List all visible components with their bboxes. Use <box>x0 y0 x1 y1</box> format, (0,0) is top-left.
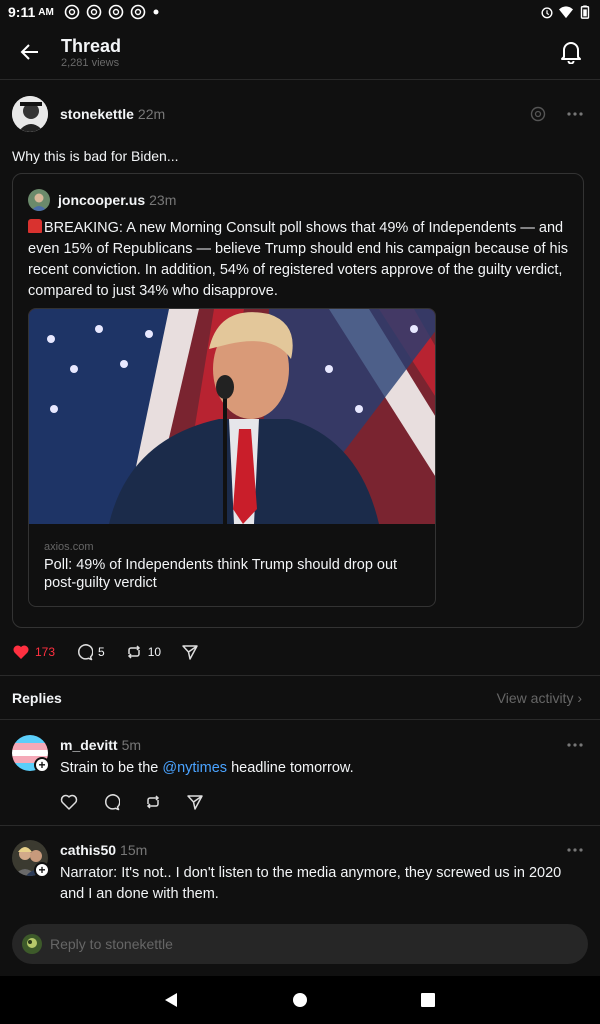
threads-notification-icon <box>64 4 80 20</box>
system-nav-bar <box>0 976 600 1024</box>
threads-notification-icon <box>108 4 124 20</box>
more-options-icon[interactable] <box>566 742 584 748</box>
nav-recents-icon[interactable] <box>418 990 438 1010</box>
alarm-icon <box>541 7 553 19</box>
follow-plus-icon[interactable]: + <box>34 862 50 878</box>
avatar[interactable] <box>28 189 50 211</box>
heart-icon[interactable] <box>60 793 78 811</box>
author-username[interactable]: stonekettle <box>60 106 134 122</box>
reply-input[interactable]: Reply to stonekettle <box>12 924 588 964</box>
mention-link[interactable]: @nytimes <box>162 760 227 776</box>
view-activity-link[interactable]: View activity › <box>497 690 582 706</box>
siren-emoji-icon <box>28 219 42 233</box>
threads-notification-icon <box>130 4 146 20</box>
wifi-icon <box>559 6 573 19</box>
nav-home-icon[interactable] <box>290 990 310 1010</box>
send-icon <box>182 645 198 660</box>
avatar[interactable] <box>12 96 48 132</box>
divider <box>0 675 600 676</box>
threads-logo-icon <box>530 106 546 122</box>
nav-back-icon[interactable] <box>161 990 181 1010</box>
reply-text-part: headline tomorrow. <box>227 760 354 776</box>
reply-username[interactable]: cathis50 <box>60 842 116 858</box>
notification-icons <box>64 4 160 20</box>
replies-heading: Replies <box>12 690 62 706</box>
link-preview-card[interactable]: axios.com Poll: 49% of Independents thin… <box>28 308 436 607</box>
reply-username[interactable]: m_devitt <box>60 737 118 753</box>
post-author[interactable]: stonekettle 22m <box>60 106 165 122</box>
quoted-body: BREAKING: A new Morning Consult poll sho… <box>28 220 569 299</box>
status-time: 9:11 <box>8 4 36 20</box>
reply-placeholder: Reply to stonekettle <box>50 936 173 952</box>
reply-author[interactable]: cathis50 15m <box>60 842 147 858</box>
reply-text: Strain to be the @nytimes headline tomor… <box>60 758 585 779</box>
thread-header: Thread 2,281 views <box>0 24 600 80</box>
more-options-icon[interactable] <box>566 111 584 117</box>
link-headline: Poll: 49% of Independents think Trump sh… <box>44 557 398 591</box>
comment-button[interactable]: 5 <box>75 643 105 661</box>
reply-time: 15m <box>120 842 148 858</box>
reply-item: + cathis50 15m Narrator: It's not.. I don… <box>0 826 600 922</box>
comment-count: 5 <box>98 645 105 659</box>
repost-count: 10 <box>147 645 162 659</box>
share-button[interactable] <box>181 643 199 661</box>
more-options-icon[interactable] <box>566 847 584 853</box>
repost-icon[interactable] <box>144 793 162 811</box>
view-count: 2,281 views <box>61 57 120 69</box>
comment-icon[interactable] <box>102 793 120 811</box>
quoted-post[interactable]: joncooper.us 23m BREAKING: A new Morning … <box>12 173 584 628</box>
back-arrow-icon[interactable] <box>20 42 40 62</box>
quoted-author[interactable]: joncooper.us 23m <box>58 192 176 208</box>
comment-icon <box>78 644 94 661</box>
post-actions: 173 5 10 <box>12 643 219 661</box>
article-photo <box>29 309 435 524</box>
status-ampm: AM <box>38 6 54 18</box>
reply-item: + m_devitt 5m Strain to be the @nytimes h… <box>0 720 600 824</box>
reply-text-part: Strain to be the <box>60 760 163 776</box>
threads-notification-icon <box>86 4 102 20</box>
quoted-username[interactable]: joncooper.us <box>58 192 145 208</box>
post-top-icons <box>530 106 584 122</box>
battery-icon <box>580 5 590 19</box>
follow-plus-icon[interactable]: + <box>34 757 50 773</box>
reply-time: 5m <box>121 737 142 753</box>
reply-actions <box>60 793 204 811</box>
repost-button[interactable]: 10 <box>125 643 161 661</box>
heart-filled-icon <box>13 645 29 659</box>
like-button[interactable]: 173 <box>12 643 55 661</box>
system-icons <box>540 5 592 19</box>
reply-author[interactable]: m_devitt 5m <box>60 737 141 753</box>
reply-text: Narrator: It's not.. I don't listen to t… <box>60 865 562 902</box>
link-domain: axios.com <box>44 541 94 553</box>
avatar <box>22 934 42 954</box>
more-notifications-dot-icon <box>153 9 159 15</box>
like-count: 173 <box>35 645 56 659</box>
status-bar: 9:11 AM <box>0 0 600 24</box>
quoted-time: 23m <box>149 192 177 208</box>
quoted-text: BREAKING: A new Morning Consult poll sho… <box>28 218 573 302</box>
post-text: Why this is bad for Biden... <box>12 148 179 164</box>
page-title: Thread <box>61 36 122 56</box>
repost-icon <box>127 645 140 659</box>
bell-icon[interactable] <box>560 40 582 64</box>
send-icon[interactable] <box>186 793 204 811</box>
post-time: 22m <box>137 106 166 122</box>
